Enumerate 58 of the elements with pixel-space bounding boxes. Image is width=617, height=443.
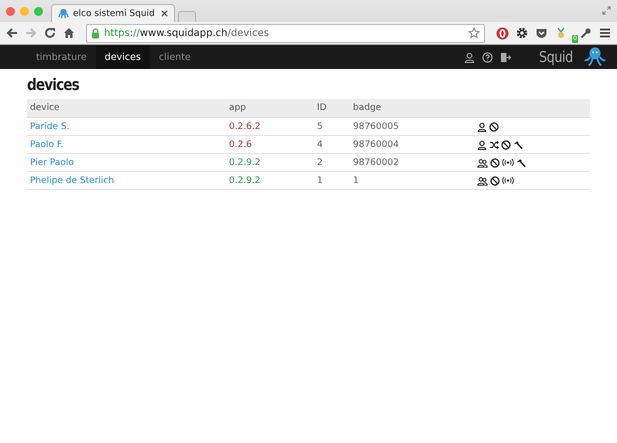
user-icon [477, 140, 487, 150]
app-version: 0.2.6.2 [229, 122, 260, 132]
shield-icon[interactable] [496, 26, 509, 40]
broadcast-icon [502, 158, 514, 167]
table-cell: 4 [317, 140, 323, 150]
ban-icon [501, 140, 511, 150]
medal-icon[interactable] [555, 27, 567, 39]
nav-tab[interactable]: timbrature [27, 45, 96, 69]
user-icon [477, 122, 487, 132]
nav-tab[interactable]: devices [96, 45, 150, 69]
ban-icon [490, 176, 500, 186]
device-link[interactable]: Paolo F. [30, 140, 64, 150]
app-version: 0.2.6 [229, 140, 252, 150]
reload-icon[interactable] [44, 27, 56, 39]
browser-tab[interactable]: elco sistemi Squid [51, 4, 175, 22]
pocket-icon[interactable] [535, 27, 548, 39]
octopus-logo-icon [583, 46, 607, 68]
back-icon[interactable] [6, 27, 18, 39]
app-version: 0.2.9.2 [229, 176, 260, 186]
page-title: devices [27, 75, 79, 94]
address-bar[interactable]: https://www.squidapp.ch/devices [86, 24, 485, 42]
gear-icon[interactable] [516, 27, 528, 39]
nav-tab[interactable]: cliente [150, 45, 200, 69]
menu-icon[interactable] [599, 27, 611, 39]
shuffle-icon [489, 140, 499, 150]
close-tab-icon[interactable] [161, 10, 168, 17]
users-icon [477, 176, 488, 186]
column-header: device [27, 99, 226, 118]
fullscreen-icon[interactable] [602, 6, 611, 15]
table-cell: 5 [317, 122, 323, 132]
wrench-icon[interactable] [580, 27, 592, 39]
broadcast-icon [502, 176, 514, 185]
home-icon[interactable] [63, 27, 75, 39]
octopus-icon [58, 8, 69, 19]
logo-text: Squid [539, 48, 574, 66]
column-header: badge [350, 99, 474, 118]
ban-icon [490, 158, 500, 168]
logout-icon[interactable] [500, 52, 512, 62]
device-link[interactable]: Pier Paolo [30, 158, 74, 168]
column-header: ID [314, 99, 350, 118]
table-cell: 98760002 [353, 158, 399, 168]
table-cell: 98760004 [353, 140, 399, 150]
user-icon[interactable] [464, 52, 476, 62]
table-cell: 98760005 [353, 122, 399, 132]
table-cell: 2 [317, 158, 323, 168]
ban-icon [489, 122, 499, 132]
padlock-icon [91, 28, 100, 38]
column-header: app [226, 99, 314, 118]
table-cell: 1 [353, 176, 359, 186]
device-link[interactable]: Paride S. [30, 122, 70, 132]
table-cell: 1 [317, 176, 323, 186]
help-icon[interactable] [482, 52, 494, 62]
hammer-icon [513, 140, 523, 150]
users-icon [477, 158, 488, 168]
star-icon[interactable] [468, 27, 480, 39]
device-link[interactable]: Phelipe de Sterlich [30, 176, 114, 186]
app-version: 0.2.9.2 [229, 158, 260, 168]
hammer-icon [516, 158, 526, 168]
